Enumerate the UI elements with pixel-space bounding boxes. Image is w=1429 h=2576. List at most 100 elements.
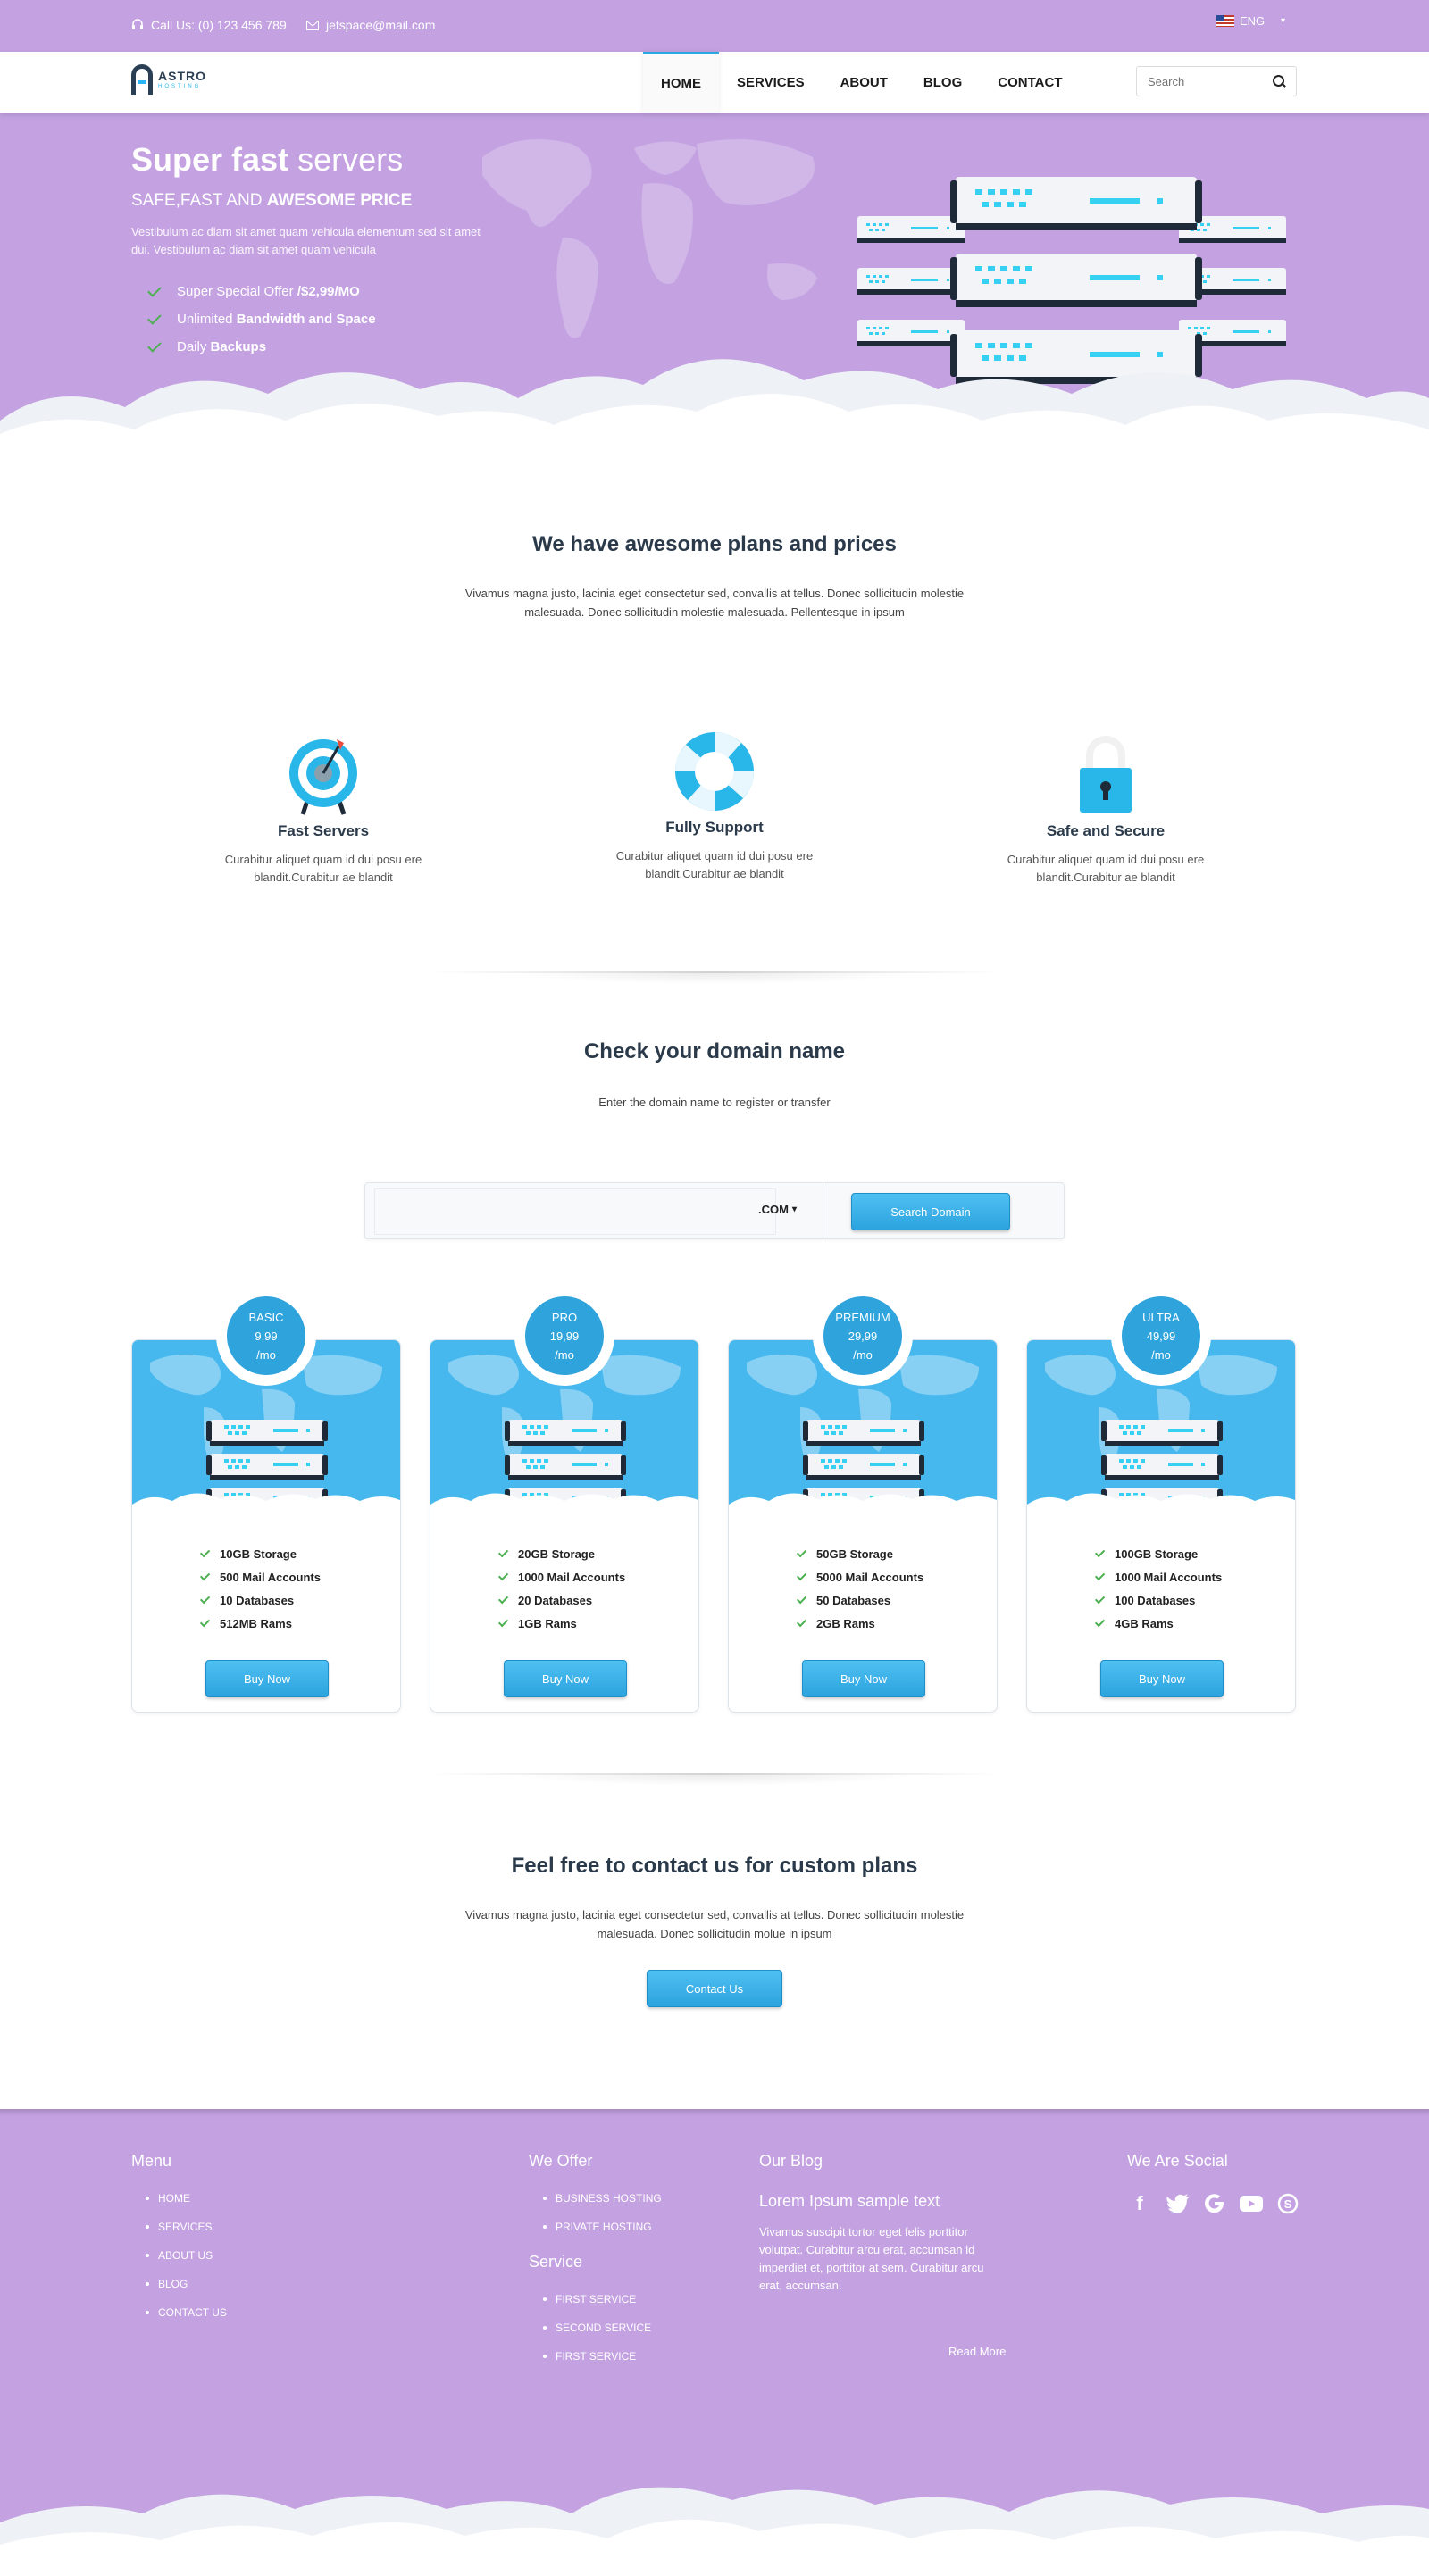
section-divider <box>429 1773 1000 1786</box>
check-plain: Super Special Offer <box>177 284 294 299</box>
footer-offer: We Offer BUSINESS HOSTING PRIVATE HOSTIN… <box>529 2152 662 2379</box>
check-icon <box>796 1570 807 1581</box>
nav-links: HOME SERVICES ABOUT BLOG CONTACT <box>643 52 1080 113</box>
blog-post-title[interactable]: Lorem Ipsum sample text <box>759 2192 1027 2211</box>
plan-feature-text: 50 Databases <box>816 1593 891 1607</box>
footer-social: We Are Social f S <box>1127 2152 1299 2215</box>
footer-link[interactable]: FIRST SERVICE <box>543 2350 662 2363</box>
logo-name: ASTRO <box>158 69 206 83</box>
hero-title: Super fast servers <box>131 141 403 179</box>
plan-price-circle: BASIC 9,99/mo <box>227 1296 305 1375</box>
search-icon[interactable] <box>1273 75 1285 88</box>
facebook-icon[interactable]: f <box>1127 2192 1152 2215</box>
padlock-icon <box>1080 736 1132 813</box>
check-icon <box>199 1593 211 1605</box>
plan-feature: 20 Databases <box>497 1593 625 1607</box>
check-icon <box>147 282 162 297</box>
buy-now-button[interactable]: Buy Now <box>205 1660 329 1697</box>
tld-select[interactable]: .COM ▾ <box>758 1203 797 1216</box>
plan-feature-text: 512MB Rams <box>220 1616 292 1630</box>
plan-feature-text: 100 Databases <box>1115 1593 1196 1607</box>
email-info[interactable]: jetspace@mail.com <box>306 18 435 32</box>
contact-us-button[interactable]: Contact Us <box>647 1970 782 2007</box>
plan-feature-list: 100GB Storage 1000 Mail Accounts 100 Datab… <box>1094 1546 1222 1640</box>
plan-feature: 500 Mail Accounts <box>199 1570 321 1584</box>
plan-clouds <box>729 1493 997 1521</box>
footer-link[interactable]: SECOND SERVICE <box>543 2322 662 2334</box>
footer-link[interactable]: BLOG <box>146 2278 227 2290</box>
logo[interactable]: ASTRO HOSTING <box>131 64 206 95</box>
footer-menu-title: Menu <box>131 2152 172 2170</box>
check-icon <box>199 1570 211 1581</box>
feature-safe-secure: Safe and Secure Curabitur aliquet quam i… <box>990 729 1222 887</box>
plan-feature-list: 20GB Storage 1000 Mail Accounts 20 Databas… <box>497 1546 626 1640</box>
twitter-icon[interactable] <box>1166 2194 1190 2213</box>
main-navbar: ASTRO HOSTING HOME SERVICES ABOUT BLOG C… <box>0 52 1429 113</box>
google-icon[interactable] <box>1204 2193 1225 2214</box>
contact-text: Vivamus magna justo, lacinia eget consec… <box>464 1908 965 1940</box>
plan-feature: 100GB Storage <box>1094 1546 1222 1561</box>
nav-contact[interactable]: CONTACT <box>980 52 1080 113</box>
check-icon <box>1094 1546 1106 1558</box>
feature-text: Curabitur aliquet quam id dui posu ere b… <box>224 853 422 884</box>
plan-feature-list: 50GB Storage 5000 Mail Accounts 50 Databas… <box>796 1547 924 1640</box>
plan-feature-text: 1000 Mail Accounts <box>518 1570 626 1584</box>
plan-feature-text: 100GB Storage <box>1115 1546 1199 1561</box>
nav-blog[interactable]: BLOG <box>906 52 980 113</box>
check-icon <box>497 1546 509 1558</box>
check-icon <box>796 1593 807 1605</box>
chevron-down-icon[interactable]: ▾ <box>1281 16 1285 26</box>
check-icon <box>199 1546 211 1558</box>
plan-card-basic: 10GB Storage 500 Mail Accounts 10 Database… <box>131 1339 401 1713</box>
check-icon <box>1094 1593 1106 1605</box>
domain-input[interactable] <box>374 1188 776 1235</box>
buy-now-button[interactable]: Buy Now <box>1100 1660 1224 1697</box>
check-icon <box>1094 1570 1106 1581</box>
feature-title: Safe and Secure <box>1046 822 1166 839</box>
read-more-link[interactable]: Read More <box>948 2345 1006 2358</box>
plan-feature-text: 20GB Storage <box>518 1546 595 1561</box>
footer-social-title: We Are Social <box>1127 2152 1228 2170</box>
footer-link[interactable]: PRIVATE HOSTING <box>543 2221 662 2233</box>
lifebuoy-icon <box>675 732 754 811</box>
nav-services[interactable]: SERVICES <box>719 52 823 113</box>
plan-price-circle: PREMIUM 29,99/mo <box>823 1296 902 1375</box>
footer-link[interactable]: ABOUT US <box>146 2249 227 2262</box>
footer-link[interactable]: SERVICES <box>146 2221 227 2233</box>
plan-feature: 50GB Storage <box>796 1547 923 1561</box>
footer-link[interactable]: FIRST SERVICE <box>543 2293 662 2305</box>
plan-price-badge: PRO 19,99/mo <box>514 1286 614 1386</box>
footer-link[interactable]: HOME <box>146 2192 227 2205</box>
check-bold: /$2,99/MO <box>297 284 360 299</box>
plan-feature: 20GB Storage <box>497 1546 625 1561</box>
skype-icon[interactable]: S <box>1277 2193 1299 2214</box>
nav-about[interactable]: ABOUT <box>823 52 906 113</box>
check-icon <box>497 1593 509 1605</box>
hero-description: Vestibulum ac diam sit amet quam vehicul… <box>131 225 481 256</box>
search-domain-button[interactable]: Search Domain <box>851 1193 1010 1230</box>
plan-price: 19,99 <box>549 1329 580 1343</box>
check-icon <box>796 1616 807 1628</box>
buy-now-button[interactable]: Buy Now <box>504 1660 627 1697</box>
check-icon <box>497 1570 509 1581</box>
footer-link[interactable]: BUSINESS HOSTING <box>543 2192 662 2205</box>
plan-period: /mo <box>853 1347 873 1362</box>
plan-feature-text: 2GB Rams <box>816 1616 875 1630</box>
plan-price: 9,99 <box>255 1329 278 1343</box>
plan-feature-text: 5000 Mail Accounts <box>816 1570 924 1584</box>
footer-link[interactable]: CONTACT US <box>146 2306 227 2319</box>
plan-feature-text: 4GB Rams <box>1115 1616 1174 1630</box>
tld-value: .COM <box>758 1203 789 1216</box>
language-selector[interactable]: ENG <box>1216 14 1265 28</box>
plan-price-circle: ULTRA 49,99/mo <box>1122 1296 1200 1375</box>
plan-price: 49,99 <box>1146 1329 1176 1343</box>
plan-clouds <box>430 1493 698 1521</box>
check-icon <box>1094 1616 1106 1628</box>
hero-subtitle: SAFE,FAST AND AWESOME PRICE <box>131 191 412 211</box>
search-input[interactable] <box>1148 74 1264 88</box>
plan-name: PREMIUM <box>835 1310 890 1324</box>
youtube-icon[interactable] <box>1240 2196 1263 2212</box>
svg-text:S: S <box>1284 2197 1292 2211</box>
buy-now-button[interactable]: Buy Now <box>802 1660 925 1697</box>
nav-home[interactable]: HOME <box>643 52 719 113</box>
